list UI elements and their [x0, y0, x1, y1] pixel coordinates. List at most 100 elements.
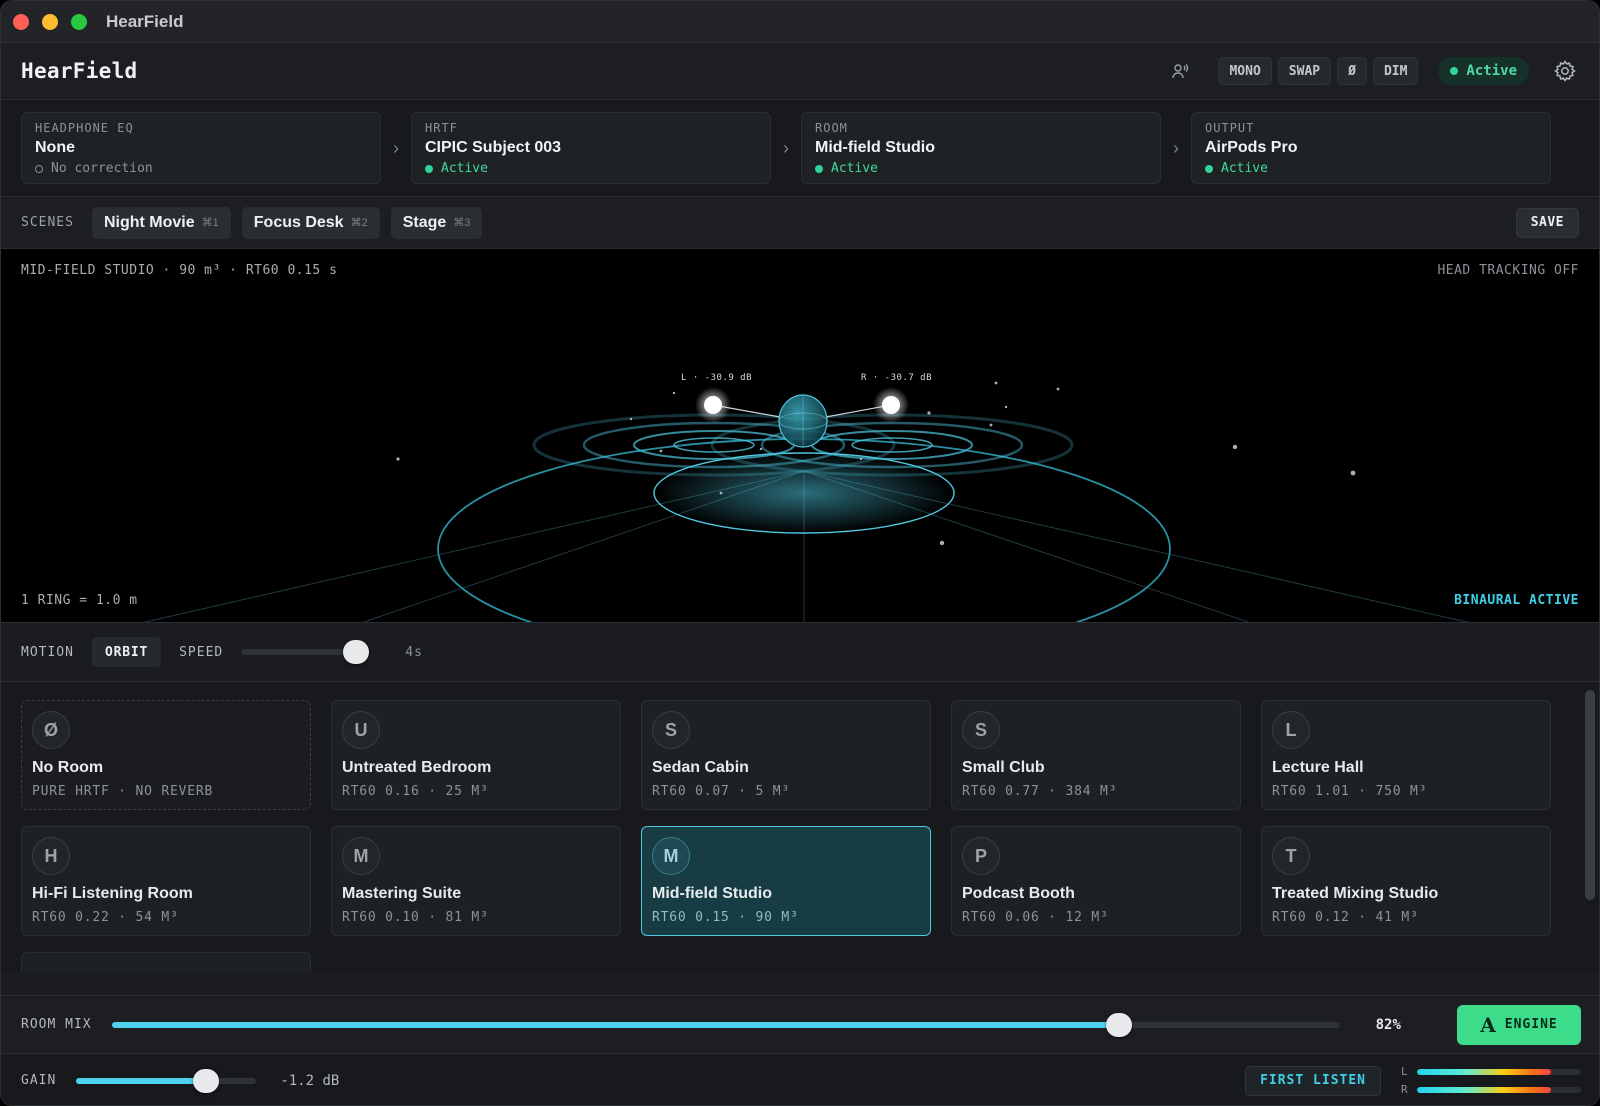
engine-label: ENGINE: [1504, 1017, 1558, 1032]
meter-right-label: R: [1401, 1083, 1408, 1096]
engine-status-badge: Active: [1438, 57, 1529, 85]
chain-output[interactable]: OUTPUT AirPods Pro Active: [1191, 112, 1551, 184]
settings-gear-icon[interactable]: [1551, 57, 1579, 85]
chain-label: HRTF: [425, 121, 458, 135]
room-name: Untreated Bedroom: [342, 759, 492, 776]
room-name: Lecture Hall: [1272, 759, 1364, 776]
speed-value: 4s: [405, 644, 423, 660]
room-mix-knob[interactable]: [1105, 1012, 1132, 1037]
close-window-button[interactable]: [13, 13, 29, 30]
chain-status: Active: [1205, 161, 1537, 176]
scene-focus-desk[interactable]: Focus Desk ⌘2: [241, 206, 380, 239]
room-mix-bar: ROOM MIX 82% A ENGINE: [1, 995, 1599, 1053]
room-card-no-room[interactable]: Ø No Room PURE HRTF · NO REVERB: [21, 700, 311, 810]
room-card-sedan-cabin[interactable]: S Sedan Cabin RT60 0.07 · 5 M³: [641, 700, 931, 810]
gain-knob[interactable]: [192, 1068, 219, 1093]
app-window: HearField HearField MONO SWAP Ø DIM Acti…: [0, 0, 1600, 1106]
room-card-mid-field-studio[interactable]: M Mid-field Studio RT60 0.15 · 90 M³: [641, 826, 931, 936]
chain-hrtf[interactable]: HRTF CIPIC Subject 003 Active: [411, 112, 771, 184]
status-dot: [1450, 67, 1459, 75]
room-card-hi-fi-listening-room[interactable]: H Hi-Fi Listening Room RT60 0.22 · 54 M³: [21, 826, 311, 936]
chain-room[interactable]: ROOM Mid-field Studio Active: [801, 112, 1161, 184]
swap-button[interactable]: SWAP: [1277, 57, 1332, 85]
room-card-partial[interactable]: [21, 952, 311, 972]
room-name: Small Club: [962, 759, 1045, 776]
status-dot: [425, 164, 433, 173]
room-card-podcast-booth[interactable]: P Podcast Booth RT60 0.06 · 12 M³: [951, 826, 1241, 936]
room-initial: P: [962, 837, 1000, 875]
room-meta: RT60 0.12 · 41 M³: [1272, 910, 1419, 925]
chain-value: AirPods Pro: [1205, 139, 1298, 156]
speed-slider[interactable]: [241, 640, 370, 664]
room-mix-label: ROOM MIX: [21, 1017, 92, 1032]
room-initial: T: [1272, 837, 1310, 875]
title-bar: HearField: [1, 1, 1599, 43]
chain-label: HEADPHONE EQ: [35, 121, 134, 135]
mono-button[interactable]: MONO: [1218, 57, 1272, 85]
room-meta: RT60 0.77 · 384 M³: [962, 784, 1118, 799]
room-name: Sedan Cabin: [652, 759, 749, 776]
listener-icon[interactable]: [1166, 57, 1194, 85]
binaural-status: BINAURAL ACTIVE: [1454, 593, 1579, 608]
room-meta: RT60 0.07 · 5 M³: [652, 784, 791, 799]
chain-status: Active: [425, 161, 757, 176]
status-dot: [35, 164, 43, 173]
room-initial: L: [1272, 711, 1310, 749]
scenes-bar: SCENES Night Movie ⌘1 Focus Desk ⌘2 Stage ⌘…: [1, 197, 1599, 249]
room-card-mastering-suite[interactable]: M Mastering Suite RT60 0.10 · 81 M³: [331, 826, 621, 936]
scene-night-movie[interactable]: Night Movie ⌘1: [91, 206, 231, 239]
motion-label: MOTION: [21, 644, 74, 660]
room-name: Hi-Fi Listening Room: [32, 885, 193, 902]
right-source-label: R · -30.7 dB: [861, 373, 933, 383]
orbit-mode-button[interactable]: ORBIT: [91, 637, 162, 667]
window-title: HearField: [106, 11, 184, 31]
room-name: No Room: [32, 759, 104, 776]
gain-fill: [76, 1077, 206, 1084]
head-tracking-status: HEAD TRACKING OFF: [1437, 263, 1579, 278]
chain-value: CIPIC Subject 003: [425, 139, 562, 156]
scenes-label: SCENES: [21, 215, 74, 230]
chain-headphone-eq[interactable]: HEADPHONE EQ None No correction: [21, 112, 381, 184]
room-card-small-club[interactable]: S Small Club RT60 0.77 · 384 M³: [951, 700, 1241, 810]
spatial-visualizer[interactable]: MID-FIELD STUDIO · 90 m³ · RT60 0.15 s H…: [1, 249, 1599, 623]
room-card-untreated-bedroom[interactable]: U Untreated Bedroom RT60 0.16 · 25 M³: [331, 700, 621, 810]
zoom-window-button[interactable]: [71, 13, 87, 30]
app-header: HearField MONO SWAP Ø DIM Active: [1, 43, 1599, 100]
gain-slider[interactable]: [76, 1068, 257, 1093]
room-meta: RT60 0.16 · 25 M³: [342, 784, 489, 799]
scene-stage[interactable]: Stage ⌘3: [390, 206, 483, 239]
room-info-readout: MID-FIELD STUDIO · 90 m³ · RT60 0.15 s: [21, 263, 338, 278]
save-scene-button[interactable]: SAVE: [1515, 207, 1579, 238]
room-card-lecture-hall[interactable]: L Lecture Hall RT60 1.01 · 750 M³: [1261, 700, 1551, 810]
room-name: Podcast Booth: [962, 885, 1075, 902]
room-meta: RT60 1.01 · 750 M³: [1272, 784, 1428, 799]
room-name: Mid-field Studio: [652, 885, 772, 902]
dim-button[interactable]: DIM: [1372, 57, 1419, 85]
speed-slider-knob[interactable]: [343, 640, 370, 664]
room-initial: S: [962, 711, 1000, 749]
first-listen-button[interactable]: FIRST LISTEN: [1245, 1065, 1381, 1096]
output-meters: L R: [1401, 1063, 1581, 1099]
room-mix-value: 82%: [1375, 1016, 1401, 1033]
engine-button[interactable]: A ENGINE: [1457, 1004, 1581, 1045]
room-meta: PURE HRTF · NO REVERB: [32, 784, 214, 799]
meter-left: L: [1401, 1063, 1581, 1081]
room-mix-slider[interactable]: [111, 1012, 1340, 1037]
left-source-label: L · -30.9 dB: [681, 373, 753, 383]
room-meta: RT60 0.15 · 90 M³: [652, 910, 799, 925]
phase-invert-button[interactable]: Ø: [1337, 57, 1367, 85]
ring-scale-label: 1 RING = 1.0 m: [21, 593, 138, 608]
engine-status-text: Active: [1466, 63, 1517, 79]
room-initial: M: [342, 837, 380, 875]
room-meta: RT60 0.06 · 12 M³: [962, 910, 1109, 925]
room-name: Treated Mixing Studio: [1272, 885, 1439, 902]
gain-value: -1.2 dB: [280, 1072, 340, 1089]
room-initial: M: [652, 837, 690, 875]
chain-label: OUTPUT: [1205, 121, 1255, 135]
room-card-treated-mixing-studio[interactable]: T Treated Mixing Studio RT60 0.12 · 41 M…: [1261, 826, 1551, 936]
status-dot: [1205, 164, 1213, 173]
room-grid-scrollbar[interactable]: [1585, 690, 1595, 900]
minimize-window-button[interactable]: [42, 13, 58, 30]
signal-chain: HEADPHONE EQ None No correction › HRTF C…: [1, 100, 1599, 197]
chevron-right-icon: ›: [393, 137, 399, 158]
